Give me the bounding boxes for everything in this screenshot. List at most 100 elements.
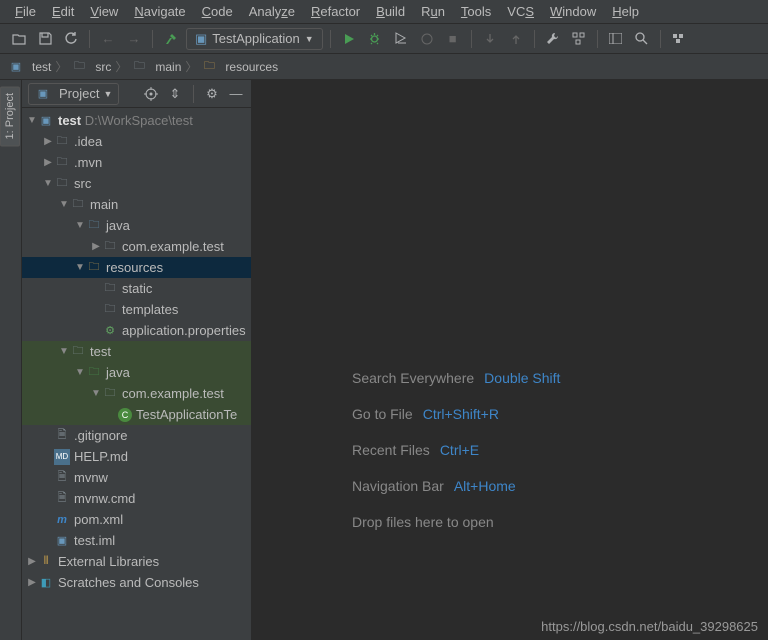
tree-gitignore[interactable]: 🗎.gitignore: [22, 425, 251, 446]
file-icon: 🗎: [54, 470, 70, 486]
editor-area[interactable]: Search EverywhereDouble Shift Go to File…: [252, 80, 768, 640]
gear-icon[interactable]: ⚙: [203, 85, 221, 103]
tree-resources[interactable]: 🗀resources: [22, 257, 251, 278]
folder-icon: 🗀: [54, 155, 70, 171]
toolbar: ← → ▣ TestApplication ▼ ■: [0, 24, 768, 54]
tree-main[interactable]: 🗀main: [22, 194, 251, 215]
source-folder-icon: 🗀: [86, 218, 102, 234]
tree-mvnw[interactable]: 🗎mvnw: [22, 467, 251, 488]
project-tool-tab[interactable]: 1: Project: [0, 86, 20, 146]
folder-icon: 🗀: [70, 197, 86, 213]
crumb-main[interactable]: 🗀main: [131, 59, 181, 75]
menu-file[interactable]: File: [8, 2, 43, 21]
target-icon[interactable]: [142, 85, 160, 103]
run-config-label: TestApplication: [212, 31, 299, 46]
wrench-icon[interactable]: [542, 28, 564, 50]
crumb-test[interactable]: ▣test: [8, 59, 51, 75]
menu-analyze[interactable]: Analyze: [242, 2, 302, 21]
tree-templates[interactable]: 🗀templates: [22, 299, 251, 320]
hint-goto-label: Go to File: [352, 406, 413, 422]
menu-view[interactable]: View: [83, 2, 125, 21]
menu-refactor[interactable]: Refactor: [304, 2, 367, 21]
test-folder-icon: 🗀: [86, 365, 102, 381]
tree-idea[interactable]: 🗀.idea: [22, 131, 251, 152]
tree-pkg-test[interactable]: 🗀com.example.test: [22, 383, 251, 404]
menu-bar: File Edit View Navigate Code Analyze Ref…: [0, 0, 768, 24]
run-config-selector[interactable]: ▣ TestApplication ▼: [186, 28, 323, 50]
project-tree[interactable]: ▣test D:\WorkSpace\test 🗀.idea 🗀.mvn 🗀sr…: [22, 108, 251, 640]
tree-root[interactable]: ▣test D:\WorkSpace\test: [22, 110, 251, 131]
tree-java-test[interactable]: 🗀java: [22, 362, 251, 383]
folder-icon: 🗀: [102, 281, 118, 297]
layout-icon[interactable]: [605, 28, 627, 50]
project-view-selector[interactable]: ▣ Project ▼: [28, 83, 119, 105]
tree-pkg-main[interactable]: 🗀com.example.test: [22, 236, 251, 257]
module-icon: ▣: [8, 59, 24, 75]
tree-static[interactable]: 🗀static: [22, 278, 251, 299]
menu-vcs[interactable]: VCS: [500, 2, 541, 21]
menu-window[interactable]: Window: [543, 2, 603, 21]
watermark: https://blog.csdn.net/baidu_39298625: [541, 619, 758, 634]
menu-build[interactable]: Build: [369, 2, 412, 21]
tree-iml[interactable]: ▣test.iml: [22, 530, 251, 551]
tree-src[interactable]: 🗀src: [22, 173, 251, 194]
crumb-resources[interactable]: 🗀resources: [201, 59, 278, 75]
save-icon[interactable]: [34, 28, 56, 50]
tree-pom[interactable]: mpom.xml: [22, 509, 251, 530]
file-icon: 🗎: [54, 491, 70, 507]
sidebar-header: ▣ Project ▼ ⇕ ⚙ —: [22, 80, 251, 108]
maven-icon: m: [54, 512, 70, 528]
menu-help[interactable]: Help: [605, 2, 646, 21]
hint-nav-key: Alt+Home: [454, 478, 516, 494]
hint-search-label: Search Everywhere: [352, 370, 474, 386]
menu-code[interactable]: Code: [195, 2, 240, 21]
crumb-src[interactable]: 🗀src: [71, 59, 111, 75]
resources-icon: 🗀: [201, 59, 217, 75]
module-icon: ▣: [38, 113, 54, 129]
tree-mvn[interactable]: 🗀.mvn: [22, 152, 251, 173]
run-icon[interactable]: [338, 28, 360, 50]
tree-extlib[interactable]: ⫴External Libraries: [22, 551, 251, 572]
debug-icon[interactable]: [364, 28, 386, 50]
tree-help[interactable]: MDHELP.md: [22, 446, 251, 467]
tree-java-main[interactable]: 🗀java: [22, 215, 251, 236]
vcs-commit-icon[interactable]: [505, 28, 527, 50]
md-icon: MD: [54, 449, 70, 465]
chevron-down-icon: ▼: [305, 34, 314, 44]
profile-icon[interactable]: [416, 28, 438, 50]
hammer-icon[interactable]: [160, 28, 182, 50]
back-icon[interactable]: ←: [97, 28, 119, 50]
menu-tools[interactable]: Tools: [454, 2, 498, 21]
hint-drop-label: Drop files here to open: [352, 514, 494, 530]
project-icon: ▣: [35, 86, 51, 102]
refresh-icon[interactable]: [60, 28, 82, 50]
open-icon[interactable]: [8, 28, 30, 50]
search-icon[interactable]: [631, 28, 653, 50]
vcs-update-icon[interactable]: [479, 28, 501, 50]
stop-icon[interactable]: ■: [442, 28, 464, 50]
tree-testclass[interactable]: CTestApplicationTe: [22, 404, 251, 425]
hide-icon[interactable]: —: [227, 85, 245, 103]
package-icon: 🗀: [102, 239, 118, 255]
folder-icon: 🗀: [54, 176, 70, 192]
project-sidebar: ▣ Project ▼ ⇕ ⚙ — ▣test D:\WorkSpace\tes…: [22, 80, 252, 640]
library-icon: ⫴: [38, 554, 54, 570]
menu-navigate[interactable]: Navigate: [127, 2, 192, 21]
tree-appprops[interactable]: ⚙application.properties: [22, 320, 251, 341]
collapse-icon[interactable]: ⇕: [166, 85, 184, 103]
package-icon: 🗀: [102, 386, 118, 402]
tree-scratch[interactable]: ◧Scratches and Consoles: [22, 572, 251, 593]
resources-icon: 🗀: [86, 260, 102, 276]
folder-icon: 🗀: [131, 59, 147, 75]
menu-edit[interactable]: Edit: [45, 2, 81, 21]
tree-mvnwcmd[interactable]: 🗎mvnw.cmd: [22, 488, 251, 509]
coverage-icon[interactable]: [390, 28, 412, 50]
forward-icon[interactable]: →: [123, 28, 145, 50]
hint-recent-label: Recent Files: [352, 442, 430, 458]
structure-icon[interactable]: [568, 28, 590, 50]
tree-test[interactable]: 🗀test: [22, 341, 251, 362]
menu-run[interactable]: Run: [414, 2, 452, 21]
more-icon[interactable]: [668, 28, 690, 50]
file-icon: 🗎: [54, 428, 70, 444]
cube-icon: ▣: [195, 31, 207, 47]
